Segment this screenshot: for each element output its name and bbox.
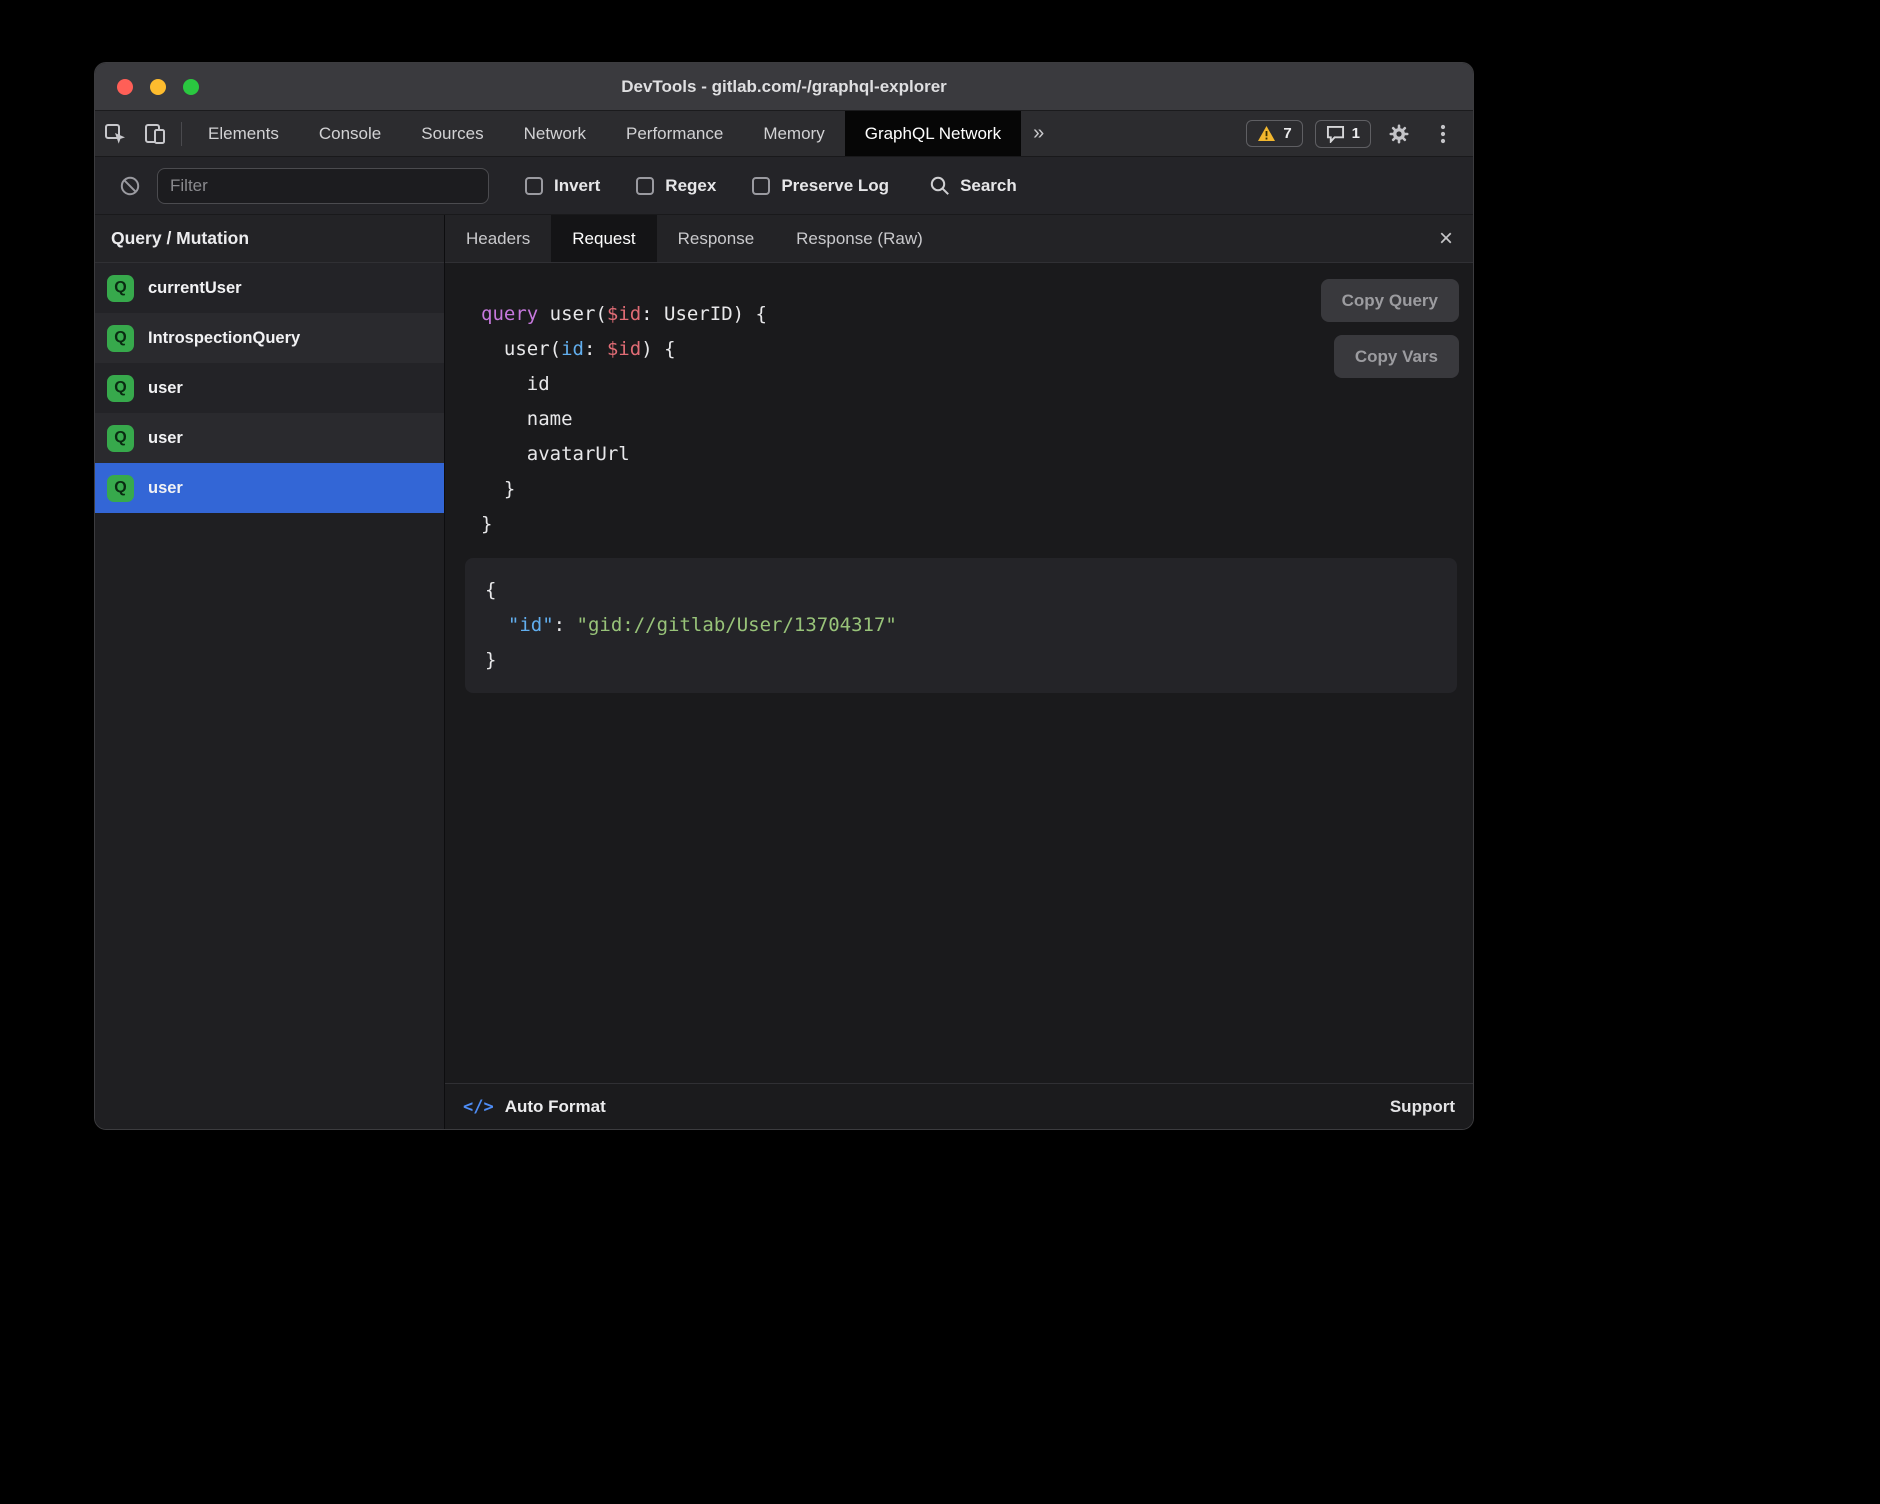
- search-toggle[interactable]: Search: [929, 175, 1017, 197]
- copy-query-button[interactable]: Copy Query: [1321, 279, 1459, 322]
- invert-checkbox-label: Invert: [554, 176, 600, 196]
- preserve-log-checkbox-label: Preserve Log: [781, 176, 889, 196]
- search-label: Search: [960, 176, 1017, 196]
- tab-response[interactable]: Response: [657, 215, 776, 262]
- code-line: }: [481, 472, 1473, 507]
- copy-buttons: Copy Query Copy Vars: [1321, 279, 1459, 378]
- preserve-log-checkbox[interactable]: Preserve Log: [752, 176, 889, 196]
- support-link[interactable]: Support: [1390, 1097, 1455, 1117]
- filter-toolbar: Invert Regex Preserve Log Search: [95, 157, 1473, 215]
- message-bubble-icon: [1326, 125, 1345, 143]
- query-type-badge: Q: [107, 425, 134, 452]
- code-line: "id": "gid://gitlab/User/13704317": [485, 608, 1437, 643]
- warning-triangle-icon: [1257, 125, 1276, 142]
- issues-badge[interactable]: 1: [1315, 120, 1371, 148]
- close-detail-icon[interactable]: ×: [1439, 227, 1453, 251]
- regex-checkbox-label: Regex: [665, 176, 716, 196]
- devtools-tabbar: Elements Console Sources Network Perform…: [95, 111, 1473, 157]
- search-icon: [929, 175, 951, 197]
- query-list-header: Query / Mutation: [95, 215, 444, 263]
- copy-vars-button[interactable]: Copy Vars: [1334, 335, 1459, 378]
- tab-sources[interactable]: Sources: [401, 111, 503, 156]
- query-list-item-label: user: [148, 429, 183, 448]
- tab-headers[interactable]: Headers: [445, 215, 551, 262]
- query-list-panel: Query / Mutation Q currentUser Q Introsp…: [95, 215, 445, 1129]
- zoom-window-button[interactable]: [183, 79, 199, 95]
- tab-elements[interactable]: Elements: [188, 111, 299, 156]
- window-title: DevTools - gitlab.com/-/graphql-explorer: [95, 77, 1473, 97]
- detail-tabstrip: Headers Request Response Response (Raw) …: [445, 215, 1473, 263]
- query-type-badge: Q: [107, 325, 134, 352]
- code-line: }: [485, 643, 1437, 678]
- clear-block-icon[interactable]: [115, 157, 145, 214]
- query-list-item-label: currentUser: [148, 279, 242, 298]
- device-toolbar-icon[interactable]: [135, 111, 175, 156]
- graphql-query-code: query user($id: UserID) { user(id: $id) …: [445, 263, 1473, 542]
- tab-memory[interactable]: Memory: [743, 111, 844, 156]
- request-detail-panel: Headers Request Response Response (Raw) …: [445, 215, 1473, 1129]
- main-split: Query / Mutation Q currentUser Q Introsp…: [95, 215, 1473, 1129]
- auto-format-button[interactable]: Auto Format: [505, 1097, 606, 1117]
- minimize-window-button[interactable]: [150, 79, 166, 95]
- query-list-item-user-3-selected[interactable]: Q user: [95, 463, 444, 513]
- tab-response-raw[interactable]: Response (Raw): [775, 215, 944, 262]
- tab-network[interactable]: Network: [504, 111, 606, 156]
- invert-checkbox[interactable]: Invert: [525, 176, 600, 196]
- tab-request[interactable]: Request: [551, 215, 656, 262]
- query-type-badge: Q: [107, 475, 134, 502]
- regex-checkbox-box[interactable]: [636, 177, 654, 195]
- devtools-window: DevTools - gitlab.com/-/graphql-explorer…: [94, 62, 1474, 1130]
- query-list-item-label: user: [148, 479, 183, 498]
- code-line: avatarUrl: [481, 437, 1473, 472]
- tab-console[interactable]: Console: [299, 111, 401, 156]
- detail-footer: </> Auto Format Support: [445, 1083, 1473, 1129]
- code-line: {: [485, 573, 1437, 608]
- traffic-lights: [117, 79, 199, 95]
- code-line: }: [481, 507, 1473, 542]
- query-list-item-label: user: [148, 379, 183, 398]
- warnings-count: 7: [1283, 125, 1291, 142]
- query-type-badge: Q: [107, 275, 134, 302]
- query-list-item-user-1[interactable]: Q user: [95, 363, 444, 413]
- window-titlebar: DevTools - gitlab.com/-/graphql-explorer: [95, 63, 1473, 111]
- request-content: query user($id: UserID) { user(id: $id) …: [445, 263, 1473, 1083]
- code-line: name: [481, 402, 1473, 437]
- more-tabs-chevron-icon[interactable]: »: [1021, 122, 1056, 145]
- query-list-item-label: IntrospectionQuery: [148, 329, 300, 348]
- query-variables-box: { "id": "gid://gitlab/User/13704317"}: [465, 558, 1457, 693]
- preserve-log-checkbox-box[interactable]: [752, 177, 770, 195]
- tab-graphql-network[interactable]: GraphQL Network: [845, 111, 1021, 156]
- invert-checkbox-box[interactable]: [525, 177, 543, 195]
- query-list-item-introspectionquery[interactable]: Q IntrospectionQuery: [95, 313, 444, 363]
- issues-count: 1: [1352, 125, 1360, 142]
- warnings-badge[interactable]: 7: [1246, 120, 1302, 147]
- query-list-item-currentuser[interactable]: Q currentUser: [95, 263, 444, 313]
- close-window-button[interactable]: [117, 79, 133, 95]
- kebab-menu-icon[interactable]: [1427, 118, 1459, 150]
- filter-input[interactable]: [157, 168, 489, 204]
- query-list-item-user-2[interactable]: Q user: [95, 413, 444, 463]
- tab-performance[interactable]: Performance: [606, 111, 743, 156]
- regex-checkbox[interactable]: Regex: [636, 176, 716, 196]
- settings-gear-icon[interactable]: [1383, 118, 1415, 150]
- tabbar-right-cluster: 7 1: [1246, 118, 1459, 150]
- query-type-badge: Q: [107, 375, 134, 402]
- inspect-element-icon[interactable]: [95, 111, 135, 156]
- code-brackets-icon: </>: [463, 1097, 494, 1117]
- toolbar-separator: [181, 122, 182, 146]
